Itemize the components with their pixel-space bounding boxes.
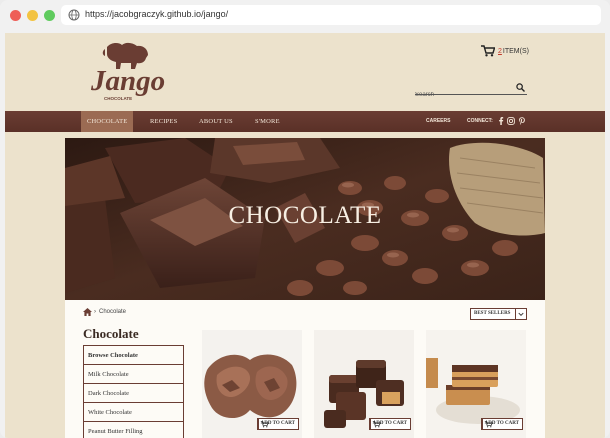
cart-label: ITEM(S) — [502, 47, 529, 55]
hero-title: CHOCOLATE — [228, 202, 382, 229]
main-nav: CHOCOLATE RECIPES ABOUT US S'MORE CAREER… — [5, 111, 605, 132]
search-input[interactable] — [415, 89, 510, 101]
product-card[interactable]: ADD TO CART — [202, 330, 302, 438]
chevron-down-icon — [515, 309, 524, 319]
chevron-right-icon: › — [94, 309, 96, 315]
category-item-dark[interactable]: Dark Chocolate — [84, 384, 183, 403]
content-panel: › Chocolate BEST SELLERS Chocolate Brows… — [65, 300, 545, 438]
home-icon[interactable] — [83, 308, 92, 316]
instagram-icon[interactable] — [507, 117, 515, 125]
cart-icon — [369, 419, 381, 429]
add-to-cart-button[interactable]: ADD TO CART — [368, 418, 411, 430]
category-list: Browse Chocolate Milk Chocolate Dark Cho… — [83, 345, 184, 438]
cart-icon — [481, 419, 493, 429]
nav-item-recipes[interactable]: RECIPES — [150, 111, 177, 132]
maximize-window-button[interactable] — [44, 10, 55, 21]
website: Jango CHOCOLATE 2 ITEM(S) CHOCOLATE RECI… — [5, 33, 605, 438]
svg-text:Jango: Jango — [90, 65, 165, 97]
careers-link[interactable]: CAREERS — [426, 111, 450, 132]
pinterest-icon[interactable] — [518, 117, 526, 125]
cart-count: 2 — [498, 47, 502, 55]
search-box — [415, 83, 527, 101]
svg-text:CHOCOLATE: CHOCOLATE — [104, 96, 132, 101]
browser-window: https://jacobgraczyk.github.io/jango/ Ja… — [0, 0, 610, 438]
sort-selected-value: BEST SELLERS — [474, 311, 511, 316]
category-item-white[interactable]: White Chocolate — [84, 403, 183, 422]
category-item-browse[interactable]: Browse Chocolate — [84, 346, 183, 365]
product-card[interactable]: ADD TO CART — [314, 330, 414, 438]
connect-label: CONNECT: — [467, 118, 493, 124]
cart-icon — [257, 419, 269, 429]
nav-item-chocolate[interactable]: CHOCOLATE — [81, 111, 134, 132]
add-to-cart-button[interactable]: ADD TO CART — [256, 418, 299, 430]
facebook-icon[interactable] — [497, 117, 505, 125]
minimize-window-button[interactable] — [27, 10, 38, 21]
jango-logo[interactable]: Jango CHOCOLATE — [85, 39, 175, 103]
category-item-milk[interactable]: Milk Chocolate — [84, 365, 183, 384]
nav-item-about-us[interactable]: ABOUT US — [199, 111, 233, 132]
browser-titlebar: https://jacobgraczyk.github.io/jango/ — [0, 0, 610, 32]
url-text: https://jacobgraczyk.github.io/jango/ — [85, 9, 229, 19]
cart-icon — [481, 45, 495, 57]
address-bar[interactable]: https://jacobgraczyk.github.io/jango/ — [61, 5, 601, 25]
sort-select[interactable]: BEST SELLERS — [470, 308, 527, 320]
category-item-peanut-butter[interactable]: Peanut Butter Filling — [84, 422, 183, 438]
search-icon[interactable] — [516, 83, 525, 92]
nav-item-smore[interactable]: S'MORE — [255, 111, 280, 132]
hero-banner: CHOCOLATE — [65, 138, 545, 300]
cart-link[interactable]: 2 ITEM(S) — [481, 45, 529, 57]
breadcrumb: › Chocolate — [83, 308, 126, 316]
add-to-cart-button[interactable]: ADD TO CART — [480, 418, 523, 430]
close-window-button[interactable] — [10, 10, 21, 21]
globe-icon — [68, 9, 80, 21]
category-title: Chocolate — [83, 326, 139, 341]
product-card[interactable]: ADD TO CART — [426, 330, 526, 438]
breadcrumb-current: Chocolate — [99, 309, 127, 315]
